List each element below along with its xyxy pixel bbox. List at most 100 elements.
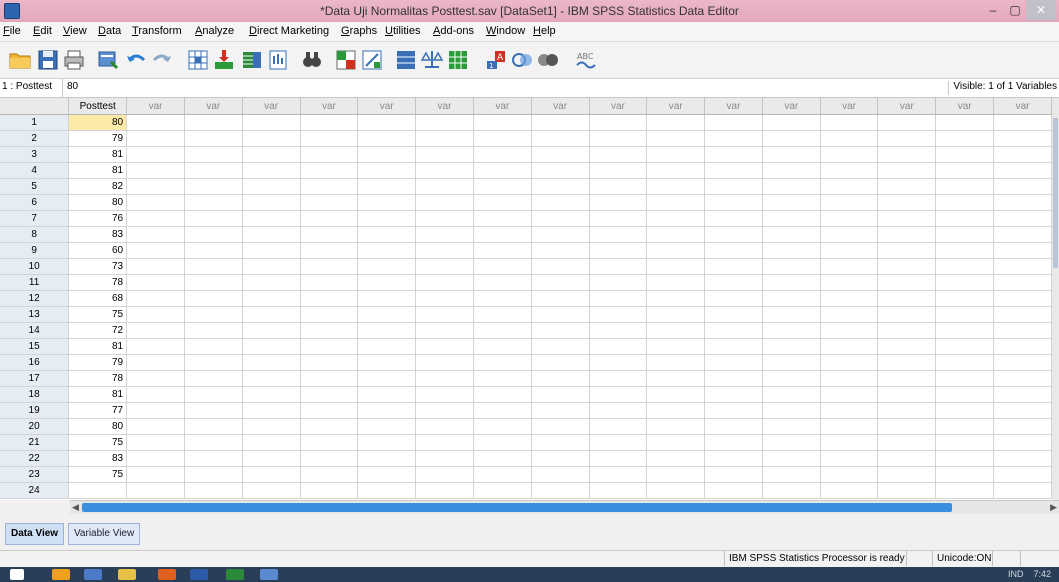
empty-cell[interactable]: [473, 482, 532, 499]
empty-cell[interactable]: [357, 370, 417, 387]
empty-cell[interactable]: [877, 482, 937, 499]
empty-cell[interactable]: [126, 306, 185, 323]
empty-cell[interactable]: [820, 258, 879, 275]
menu-direct-marketing[interactable]: Direct Marketing: [249, 25, 329, 37]
empty-cell[interactable]: [415, 226, 474, 243]
menu-transform[interactable]: Transform: [132, 25, 182, 37]
empty-cell[interactable]: [993, 210, 1052, 227]
value-labels-icon[interactable]: A1: [484, 48, 508, 72]
empty-cell[interactable]: [935, 162, 995, 179]
empty-cell[interactable]: [300, 482, 359, 499]
empty-cell[interactable]: [589, 434, 648, 451]
row-number[interactable]: 5: [0, 178, 70, 195]
empty-cell[interactable]: [357, 178, 417, 195]
empty-cell[interactable]: [704, 114, 763, 131]
empty-cell[interactable]: [415, 306, 474, 323]
empty-cell[interactable]: [993, 370, 1052, 387]
empty-cell[interactable]: [820, 242, 879, 259]
empty-cell[interactable]: [300, 210, 359, 227]
row-number[interactable]: 10: [0, 258, 70, 275]
firefox-taskbar-icon[interactable]: [158, 569, 176, 580]
column-header-posttest[interactable]: Posttest: [68, 98, 128, 115]
empty-cell[interactable]: [935, 114, 995, 131]
empty-cell[interactable]: [762, 290, 821, 307]
tab-data-view[interactable]: Data View: [5, 523, 65, 545]
row-number[interactable]: 15: [0, 338, 70, 355]
empty-cell[interactable]: [820, 226, 879, 243]
empty-cell[interactable]: [357, 114, 417, 131]
empty-cell[interactable]: [126, 178, 185, 195]
empty-cell[interactable]: [473, 226, 532, 243]
empty-cell[interactable]: [877, 338, 937, 355]
empty-cell[interactable]: [589, 466, 648, 483]
empty-cell[interactable]: [357, 306, 417, 323]
empty-cell[interactable]: [646, 450, 706, 467]
empty-cell[interactable]: [993, 418, 1052, 435]
empty-cell[interactable]: [473, 210, 532, 227]
vertical-scrollbar[interactable]: [1052, 98, 1059, 500]
empty-cell[interactable]: [935, 290, 995, 307]
empty-cell[interactable]: [473, 114, 532, 131]
empty-cell[interactable]: [242, 242, 301, 259]
empty-cell[interactable]: [357, 418, 417, 435]
empty-cell[interactable]: [589, 306, 648, 323]
select-cases-icon[interactable]: [446, 48, 470, 72]
empty-cell[interactable]: [242, 258, 301, 275]
empty-cell[interactable]: [242, 354, 301, 371]
menu-window[interactable]: Window: [486, 25, 525, 37]
menu-help[interactable]: Help: [533, 25, 556, 37]
empty-cell[interactable]: [646, 274, 706, 291]
empty-cell[interactable]: [242, 194, 301, 211]
empty-cell[interactable]: [126, 194, 185, 211]
empty-cell[interactable]: [646, 194, 706, 211]
empty-cell[interactable]: [415, 354, 474, 371]
empty-cell[interactable]: [762, 370, 821, 387]
empty-cell[interactable]: [473, 386, 532, 403]
empty-cell[interactable]: [993, 354, 1052, 371]
empty-cell[interactable]: [300, 178, 359, 195]
empty-cell[interactable]: [126, 114, 185, 131]
empty-cell[interactable]: [762, 146, 821, 163]
empty-cell[interactable]: [877, 130, 937, 147]
empty-cell[interactable]: [415, 466, 474, 483]
tab-variable-view[interactable]: Variable View: [68, 523, 141, 545]
empty-cell[interactable]: [704, 434, 763, 451]
empty-cell[interactable]: [531, 274, 590, 291]
empty-cell[interactable]: [184, 258, 243, 275]
empty-cell[interactable]: [704, 322, 763, 339]
empty-cell[interactable]: [242, 146, 301, 163]
row-number[interactable]: 3: [0, 146, 70, 163]
active-cell[interactable]: 80: [68, 114, 128, 131]
empty-cell[interactable]: [242, 274, 301, 291]
empty-cell[interactable]: [184, 354, 243, 371]
data-cell[interactable]: 75: [68, 466, 128, 483]
empty-cell[interactable]: [704, 338, 763, 355]
empty-cell[interactable]: [762, 162, 821, 179]
empty-cell[interactable]: [415, 450, 474, 467]
empty-cell[interactable]: [242, 210, 301, 227]
empty-cell[interactable]: [300, 194, 359, 211]
empty-cell[interactable]: [935, 354, 995, 371]
empty-cell[interactable]: [531, 242, 590, 259]
empty-cell[interactable]: [126, 386, 185, 403]
empty-cell[interactable]: [126, 322, 185, 339]
column-header-var[interactable]: var: [531, 98, 590, 115]
empty-cell[interactable]: [935, 338, 995, 355]
empty-cell[interactable]: [762, 274, 821, 291]
empty-cell[interactable]: [935, 226, 995, 243]
row-number[interactable]: 6: [0, 194, 70, 211]
insert-variable-icon[interactable]: [360, 48, 384, 72]
row-number[interactable]: 9: [0, 242, 70, 259]
empty-cell[interactable]: [935, 258, 995, 275]
empty-cell[interactable]: [935, 306, 995, 323]
empty-cell[interactable]: [589, 242, 648, 259]
empty-cell[interactable]: [531, 226, 590, 243]
row-number[interactable]: 2: [0, 130, 70, 147]
spell-check-icon[interactable]: ABC: [574, 48, 598, 72]
empty-cell[interactable]: [704, 418, 763, 435]
empty-cell[interactable]: [877, 290, 937, 307]
empty-cell[interactable]: [820, 370, 879, 387]
empty-cell[interactable]: [242, 178, 301, 195]
data-cell[interactable]: 68: [68, 290, 128, 307]
empty-cell[interactable]: [762, 194, 821, 211]
